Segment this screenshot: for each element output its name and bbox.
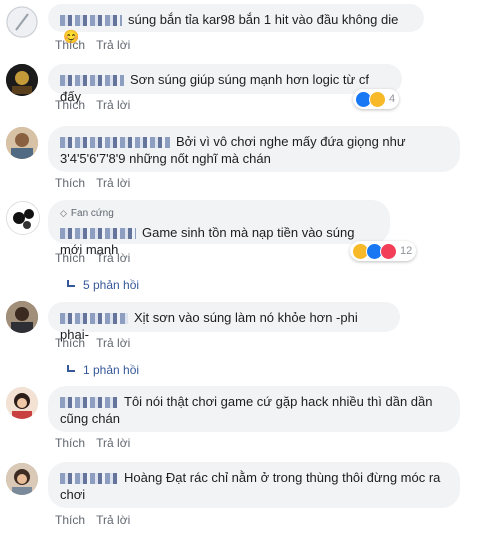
reply-link[interactable]: Trả lời [96,251,130,265]
like-link[interactable]: Thích [55,98,85,112]
commenter-name[interactable] [60,397,118,409]
reply-link[interactable]: Trả lời [96,176,130,190]
fan-badge: ◇ Fan cứng [60,205,378,222]
avatar[interactable] [6,201,40,235]
diamond-icon: ◇ [60,208,67,218]
commenter-name[interactable] [60,137,170,149]
reply-link[interactable]: Trả lời [96,98,130,112]
avatar[interactable] [6,463,38,495]
reaction-summary[interactable]: 12 [350,241,417,261]
comment-text: súng bắn tỉa kar98 bắn 1 hit vào đầu khô… [128,12,399,27]
comment-bubble: Hoàng Đạt rác chỉ nằm ở trong thùng thôi… [48,462,460,508]
avatar[interactable] [6,64,38,96]
commenter-name[interactable] [60,228,136,240]
avatar[interactable] [6,127,38,159]
comment-actions: Thích Trả lời [55,98,138,112]
comment-actions: Thích Trả lời [55,336,138,350]
avatar[interactable] [6,6,38,38]
comment-bubble: Bởi vì vô chơi nghe mấy đứa giọng như 3'… [48,126,460,172]
comment-actions: Thích Trả lời [55,436,138,450]
like-link[interactable]: Thích [55,513,85,527]
avatar[interactable] [6,387,38,419]
reply-arrow-icon [65,280,77,289]
comment-bubble: Xịt sơn vào súng làm nó khỏe hơn -phi ph… [48,302,400,342]
commenter-name[interactable] [60,15,122,27]
like-link[interactable]: Thích [55,336,85,350]
like-link[interactable]: Thích [55,436,85,450]
replies-count: 1 phản hồi [83,363,140,377]
comment-bubble: súng bắn tỉa kar98 bắn 1 hit vào đầu khô… [48,4,424,44]
like-link[interactable]: Thích [55,251,85,265]
view-replies-link[interactable]: 1 phản hồi [65,363,139,377]
like-link[interactable]: Thích [55,38,85,52]
avatar[interactable] [6,301,38,333]
comment-bubble: Tôi nói thật chơi game cứ gặp hack nhiều… [48,386,460,432]
commenter-name[interactable] [60,75,124,87]
reply-link[interactable]: Trả lời [96,336,130,350]
reply-link[interactable]: Trả lời [96,38,130,52]
commenter-name[interactable] [60,313,128,325]
comment-actions: Thích Trả lời [55,38,138,52]
commenter-name[interactable] [60,473,118,485]
reply-link[interactable]: Trả lời [96,436,130,450]
reaction-count: 12 [400,245,413,257]
reaction-count: 4 [389,93,396,105]
haha-reaction-icon [369,90,386,108]
view-replies-link[interactable]: 5 phản hồi [65,278,139,292]
reply-link[interactable]: Trả lời [96,513,130,527]
like-link[interactable]: Thích [55,176,85,190]
replies-count: 5 phản hồi [83,278,140,292]
reaction-summary[interactable]: 4 [353,89,400,109]
love-reaction-icon [380,242,397,260]
comment-actions: Thích Trả lời [55,176,138,190]
fan-badge-label: Fan cứng [70,208,114,219]
comment-actions: Thích Trả lời [55,513,138,527]
comment-bubble: Sơn súng giúp súng mạnh hơn logic từ cf … [48,64,402,104]
reply-arrow-icon [65,365,77,374]
comment-actions: Thích Trả lời [55,251,138,265]
comment-bubble: ◇ Fan cứng Game sinh tồn mà nạp tiền vào… [48,200,390,257]
